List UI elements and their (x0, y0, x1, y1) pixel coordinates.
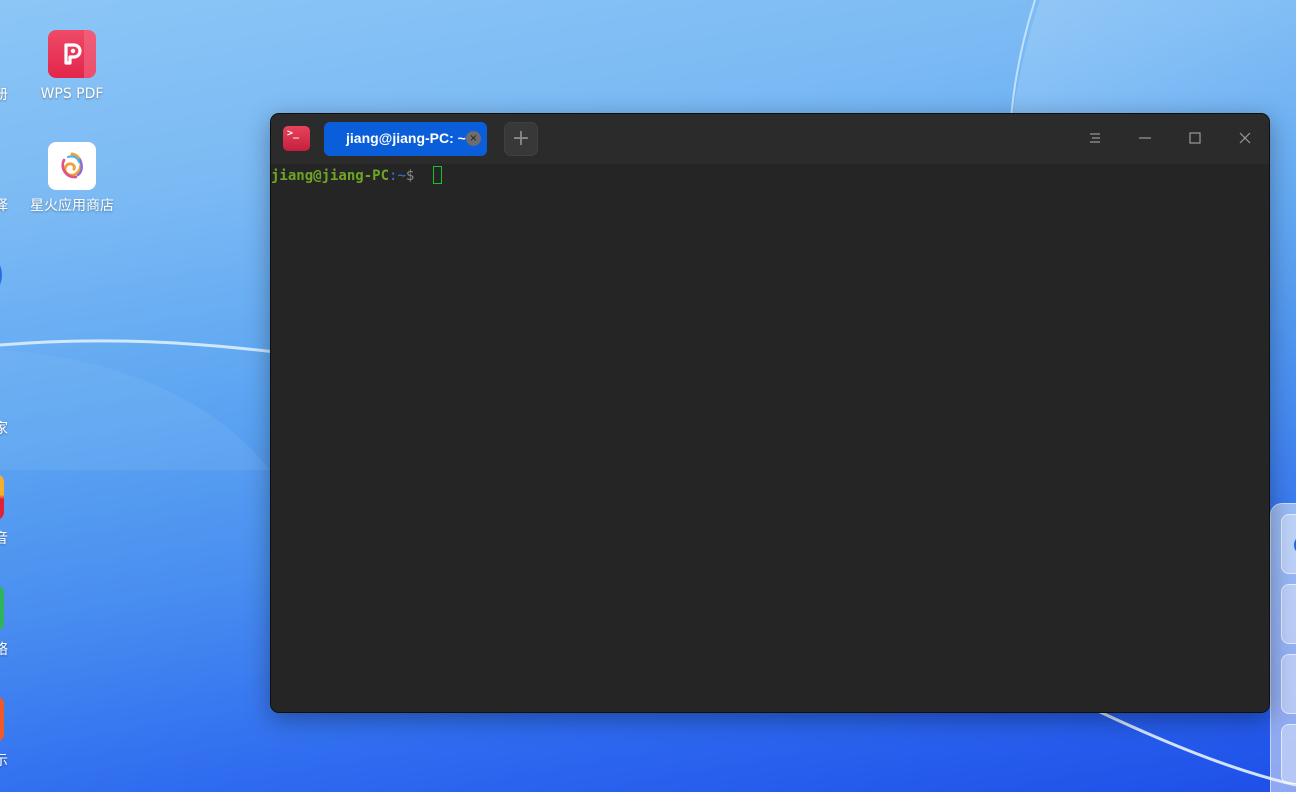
edge-app-icon-6[interactable] (0, 585, 4, 631)
side-panel-item[interactable] (1281, 724, 1296, 784)
new-tab-button[interactable]: + (504, 122, 538, 156)
edge-label-2: 译 (0, 198, 8, 214)
prompt-user-host: jiang@jiang-PC (271, 168, 390, 184)
terminal-cursor (433, 166, 442, 184)
side-panel-item[interactable] (1281, 584, 1296, 644)
maximize-button[interactable] (1183, 126, 1207, 150)
maximize-icon (1189, 132, 1201, 144)
close-icon (1239, 132, 1251, 144)
shell-prompt: jiang@jiang-PC:~$ (271, 166, 414, 186)
edge-label-7: 示 (0, 753, 8, 769)
spark-store-icon (48, 142, 96, 190)
edge-app-icon-7[interactable] (0, 696, 4, 742)
edge-app-icon-5[interactable] (0, 474, 4, 520)
tab-close-icon[interactable]: × (466, 131, 481, 146)
tab-terminal[interactable]: jiang@jiang-PC: ~ × (324, 122, 487, 156)
prompt-path: :~ (389, 168, 406, 184)
desktop-icon-label: WPS PDF (40, 86, 104, 102)
edge-label-6: 络 (0, 642, 8, 658)
side-panel-item[interactable] (1281, 514, 1296, 574)
side-panel (1270, 503, 1296, 792)
desktop: 册 译 家 音 络 示 WPS PDF 星火应用商店 >_ jiang@jian… (0, 0, 1296, 792)
wps-pdf-icon (48, 30, 96, 78)
menu-icon (1090, 133, 1100, 143)
edge-label-1: 册 (0, 87, 8, 103)
minimize-button[interactable] (1133, 126, 1157, 150)
desktop-icon-spark-store[interactable]: 星火应用商店 (22, 142, 122, 216)
prompt-symbol: $ (405, 168, 415, 184)
side-panel-item[interactable] (1281, 654, 1296, 714)
desktop-icon-label: 星火应用商店 (30, 198, 114, 214)
titlebar[interactable]: >_ jiang@jiang-PC: ~ × + (271, 114, 1269, 164)
close-button[interactable] (1233, 126, 1257, 150)
edge-label-5: 音 (0, 531, 8, 547)
terminal-app-icon: >_ (283, 126, 310, 151)
menu-button[interactable] (1083, 126, 1107, 150)
terminal-output[interactable] (271, 164, 1269, 712)
edge-label-4: 家 (0, 421, 8, 437)
desktop-icon-wps-pdf[interactable]: WPS PDF (22, 30, 122, 104)
tab-label: jiang@jiang-PC: ~ (346, 130, 466, 146)
terminal-window[interactable]: >_ jiang@jiang-PC: ~ × + jiang@jiang-PC:… (270, 113, 1270, 713)
minimize-icon (1139, 137, 1151, 139)
